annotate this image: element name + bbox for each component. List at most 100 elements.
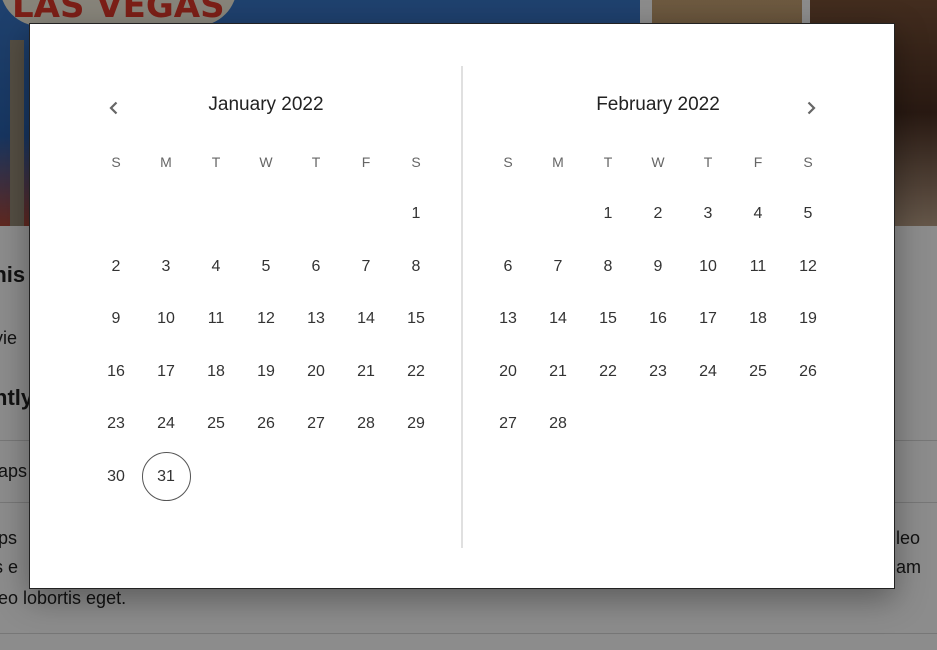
- day-cell-empty: [91, 188, 141, 241]
- day-number: 20: [499, 362, 517, 380]
- weekday-label: M: [160, 154, 172, 170]
- day-cell[interactable]: 26: [783, 346, 833, 399]
- day-cell[interactable]: 23: [633, 346, 683, 399]
- day-cell[interactable]: 16: [91, 346, 141, 399]
- day-number: 26: [799, 362, 817, 380]
- weekday-label: T: [603, 154, 613, 170]
- day-cell[interactable]: 7: [341, 241, 391, 294]
- day-cell-empty: [191, 188, 241, 241]
- day-cell[interactable]: 19: [241, 346, 291, 399]
- day-cell[interactable]: 2: [91, 241, 141, 294]
- day-number: 4: [753, 205, 763, 223]
- weekday-label: S: [111, 154, 121, 170]
- day-number: 14: [549, 310, 567, 328]
- day-number: 20: [307, 362, 325, 380]
- day-number: 2: [653, 205, 663, 223]
- day-cell[interactable]: 22: [583, 346, 633, 399]
- day-number: 16: [649, 310, 667, 328]
- day-cell[interactable]: 7: [533, 241, 583, 294]
- day-cell[interactable]: 1: [583, 188, 633, 241]
- day-cell[interactable]: 28: [533, 398, 583, 451]
- day-cell[interactable]: 12: [241, 293, 291, 346]
- day-number: 14: [357, 310, 375, 328]
- day-number: 18: [749, 310, 767, 328]
- day-cell[interactable]: 9: [91, 293, 141, 346]
- next-month-button[interactable]: [797, 94, 825, 122]
- day-cell[interactable]: 20: [483, 346, 533, 399]
- day-cell[interactable]: 1: [391, 188, 441, 241]
- day-cell-empty: [533, 188, 583, 241]
- day-cell-empty: [291, 188, 341, 241]
- day-cell[interactable]: 17: [141, 346, 191, 399]
- day-cell[interactable]: 6: [291, 241, 341, 294]
- day-cell[interactable]: 24: [683, 346, 733, 399]
- day-number: 10: [157, 310, 175, 328]
- weekday-label: S: [503, 154, 513, 170]
- day-cell[interactable]: 5: [783, 188, 833, 241]
- day-cell[interactable]: 2: [633, 188, 683, 241]
- day-cell[interactable]: 10: [683, 241, 733, 294]
- day-cell[interactable]: 24: [141, 398, 191, 451]
- day-cell[interactable]: 17: [683, 293, 733, 346]
- day-cell[interactable]: 3: [141, 241, 191, 294]
- day-cell[interactable]: 21: [341, 346, 391, 399]
- day-number: 6: [503, 257, 513, 275]
- day-number: 17: [699, 310, 717, 328]
- day-cell[interactable]: 10: [141, 293, 191, 346]
- day-cell[interactable]: 27: [483, 398, 533, 451]
- day-number: 19: [257, 362, 275, 380]
- day-number: 11: [749, 257, 767, 275]
- day-number: 21: [549, 362, 567, 380]
- day-cell[interactable]: 18: [191, 346, 241, 399]
- day-cell[interactable]: 15: [583, 293, 633, 346]
- day-cell[interactable]: 4: [191, 241, 241, 294]
- day-cell[interactable]: 20: [291, 346, 341, 399]
- day-cell[interactable]: 11: [191, 293, 241, 346]
- day-cell[interactable]: 27: [291, 398, 341, 451]
- day-cell-today[interactable]: 31: [141, 451, 191, 504]
- day-cell[interactable]: 18: [733, 293, 783, 346]
- weekday-label: T: [211, 154, 221, 170]
- day-number: 6: [311, 257, 321, 275]
- day-cell[interactable]: 25: [733, 346, 783, 399]
- day-grid: 1 2 3 4 5 6 7 8 9 10 11 12 13 14 15 16 17 18 19 20 21 22 23 24 2…: [483, 188, 833, 451]
- day-cell[interactable]: 21: [533, 346, 583, 399]
- day-cell[interactable]: 8: [391, 241, 441, 294]
- day-cell[interactable]: 22: [391, 346, 441, 399]
- day-number: 13: [307, 310, 325, 328]
- weekday-label: F: [361, 154, 371, 170]
- day-cell[interactable]: 9: [633, 241, 683, 294]
- day-cell[interactable]: 23: [91, 398, 141, 451]
- day-number: 17: [157, 362, 175, 380]
- weekday-label: T: [311, 154, 321, 170]
- day-cell[interactable]: 28: [341, 398, 391, 451]
- day-cell-empty: [141, 188, 191, 241]
- day-number: 16: [107, 362, 125, 380]
- day-cell[interactable]: 14: [533, 293, 583, 346]
- day-cell[interactable]: 4: [733, 188, 783, 241]
- day-cell[interactable]: 12: [783, 241, 833, 294]
- day-number: 27: [307, 415, 325, 433]
- weekday-label: W: [651, 154, 665, 170]
- day-number: 1: [411, 205, 421, 223]
- day-cell[interactable]: 13: [483, 293, 533, 346]
- day-number: 3: [161, 257, 171, 275]
- day-cell[interactable]: 8: [583, 241, 633, 294]
- day-cell[interactable]: 6: [483, 241, 533, 294]
- day-cell[interactable]: 25: [191, 398, 241, 451]
- day-cell[interactable]: 13: [291, 293, 341, 346]
- day-number: 24: [699, 362, 717, 380]
- day-cell[interactable]: 16: [633, 293, 683, 346]
- day-cell[interactable]: 11: [733, 241, 783, 294]
- day-cell[interactable]: 30: [91, 451, 141, 504]
- day-cell[interactable]: 26: [241, 398, 291, 451]
- day-cell[interactable]: 14: [341, 293, 391, 346]
- day-number: 4: [211, 257, 221, 275]
- day-cell[interactable]: 5: [241, 241, 291, 294]
- day-cell[interactable]: 29: [391, 398, 441, 451]
- day-cell[interactable]: 19: [783, 293, 833, 346]
- day-cell[interactable]: 15: [391, 293, 441, 346]
- day-cell[interactable]: 3: [683, 188, 733, 241]
- weekday-label: F: [753, 154, 763, 170]
- month-title: February 2022: [596, 94, 720, 115]
